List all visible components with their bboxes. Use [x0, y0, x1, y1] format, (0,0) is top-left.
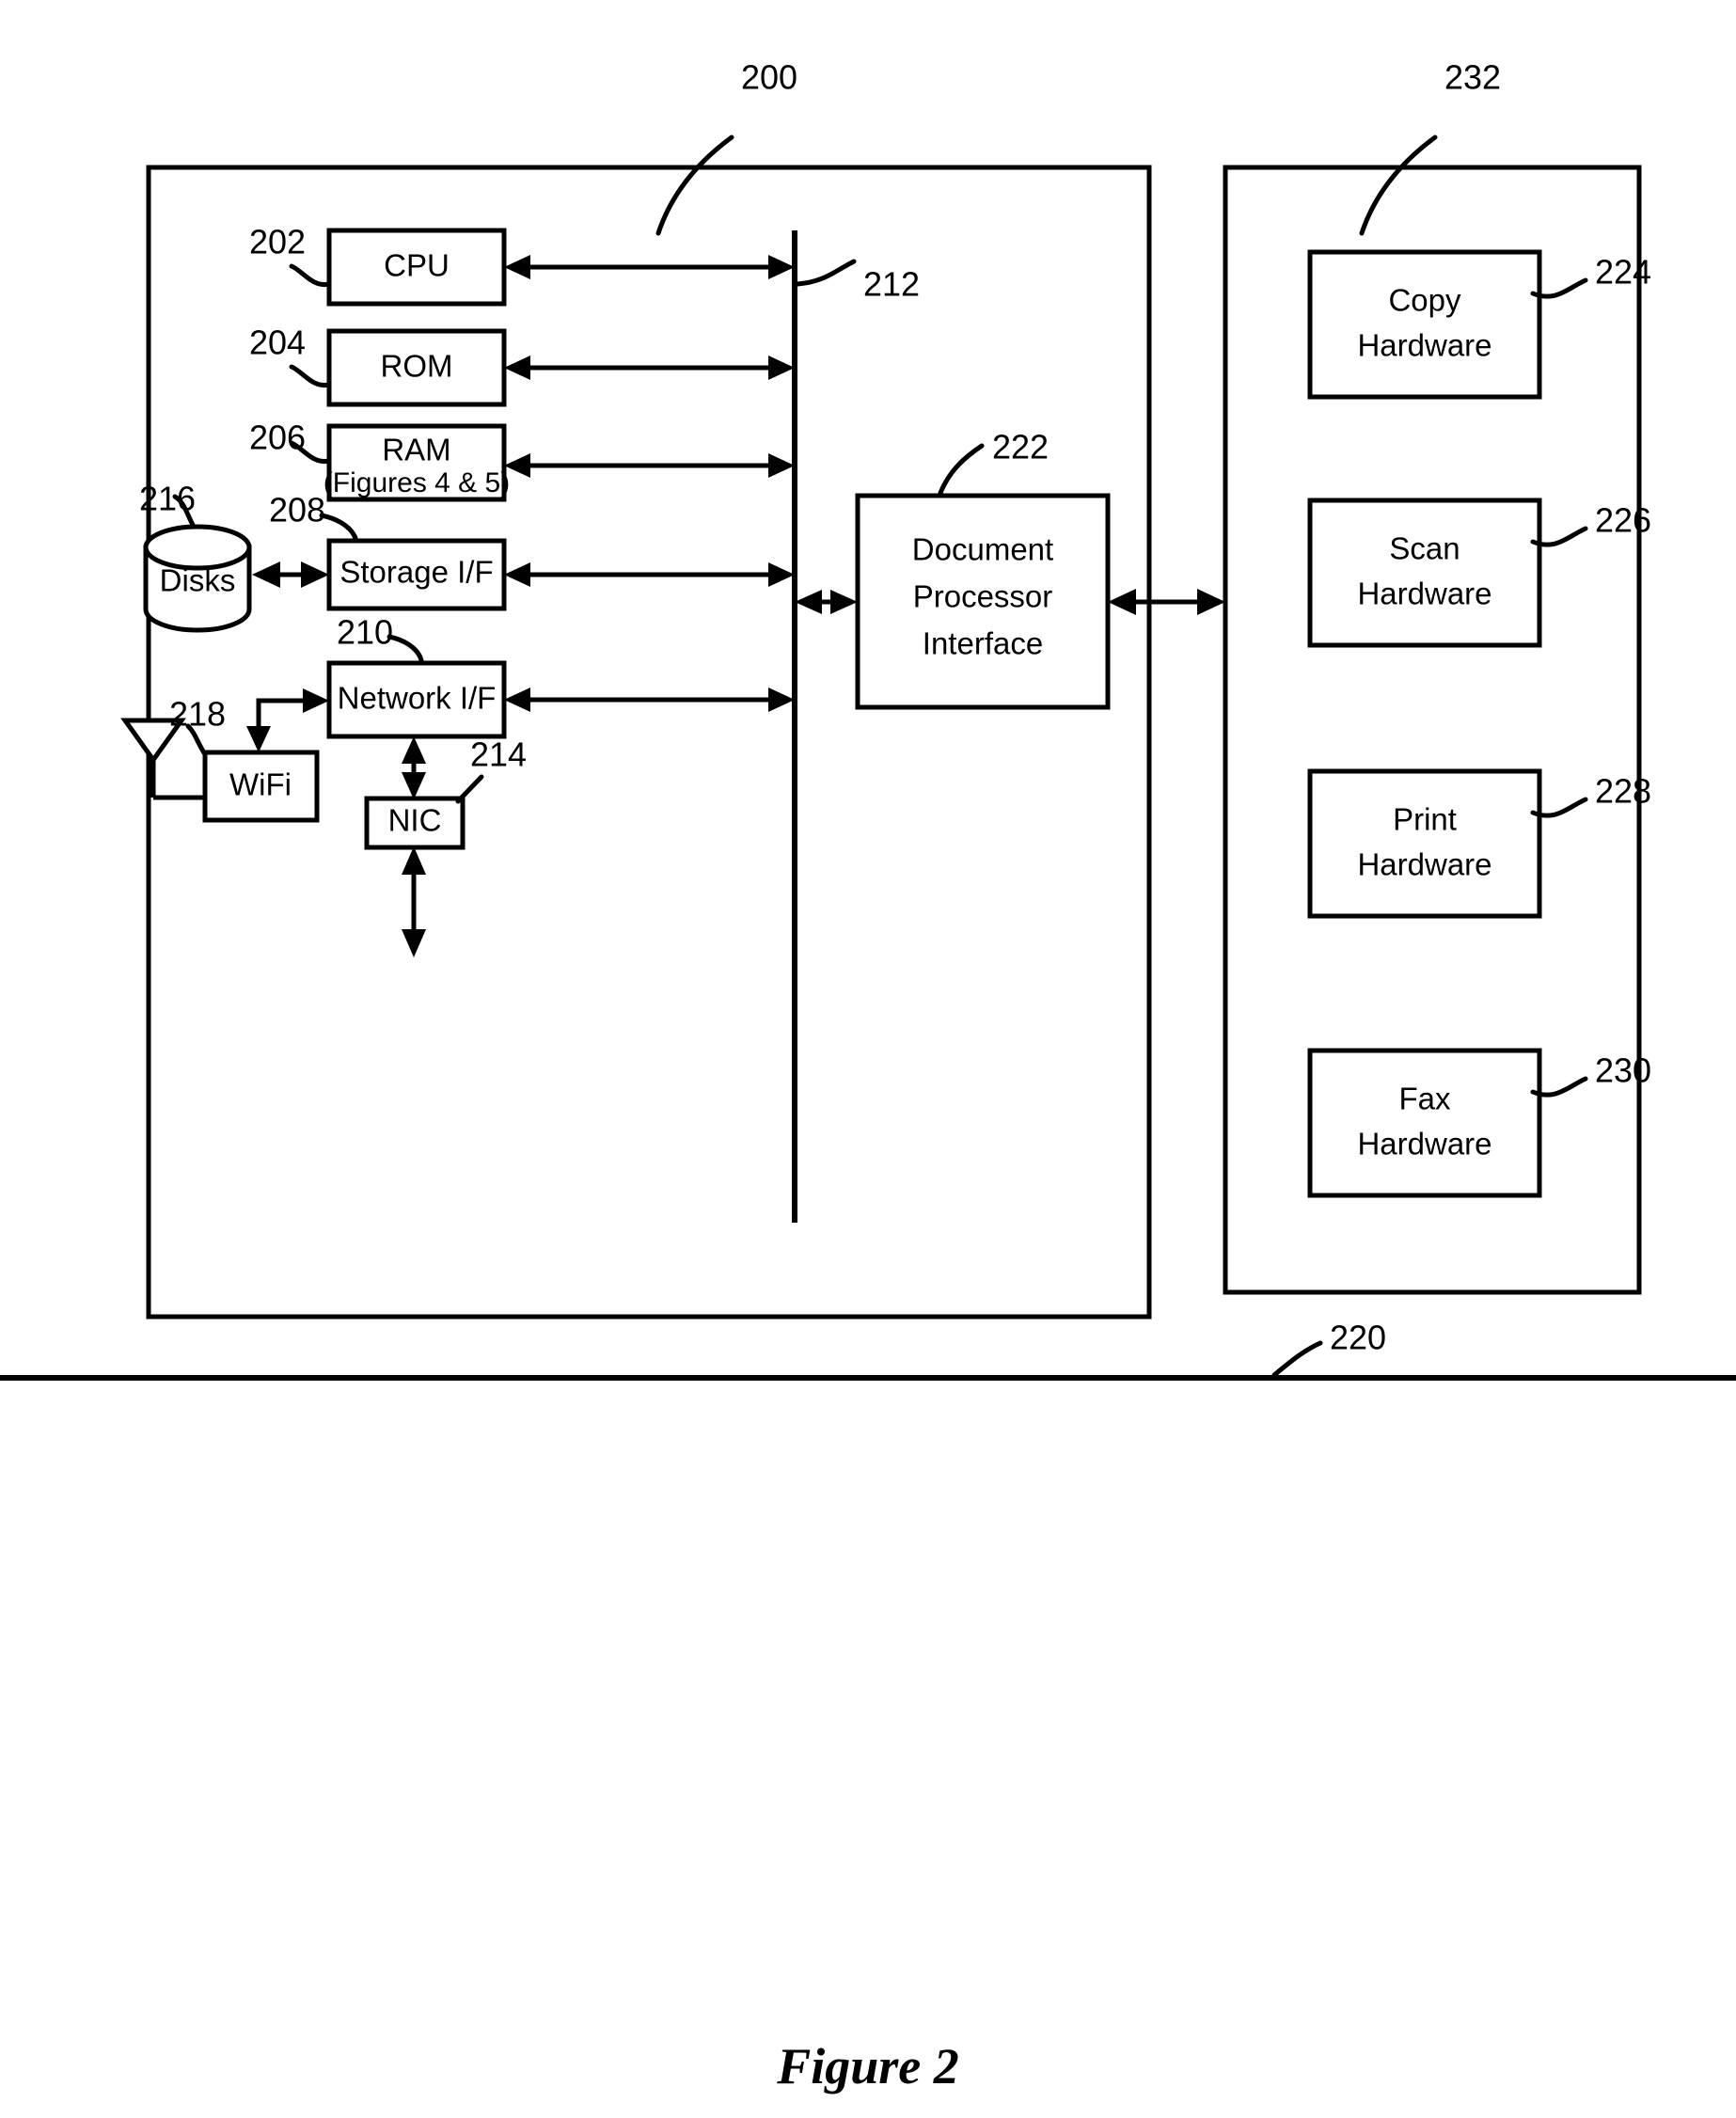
ram-label-line1: RAM [382, 433, 450, 467]
scan-hardware-label-line1: Scan [1389, 531, 1460, 566]
copy-hardware-label-line1: Copy [1388, 283, 1461, 318]
ref-label-214: 214 [470, 735, 527, 774]
ref-label-230: 230 [1595, 1051, 1651, 1090]
nic-label: NIC [388, 803, 442, 838]
fax-hardware-label-line2: Hardware [1357, 1127, 1491, 1162]
dpi-label-line2: Processor [913, 579, 1053, 614]
figure-caption: Figure 2 [776, 2038, 959, 2094]
leader-line-220 [1271, 1340, 1323, 1378]
dpi-label-line3: Interface [923, 626, 1043, 661]
wifi-label: WiFi [229, 767, 292, 802]
storage-if-label: Storage I/F [339, 555, 493, 590]
print-hardware-box [1307, 768, 1542, 919]
patent-figure-2: 200 232 212 CPU 202 ROM 204 RAM (Figures… [0, 0, 1736, 2118]
print-hardware-label-line1: Print [1393, 802, 1457, 837]
ref-label-216: 216 [139, 480, 196, 518]
ref-label-208: 208 [269, 491, 325, 530]
ref-label-232: 232 [1444, 58, 1501, 97]
disks-label: Disks [160, 563, 236, 598]
network-if-label: Network I/F [338, 681, 497, 716]
rom-label: ROM [381, 349, 453, 384]
scan-hardware-box [1307, 498, 1542, 648]
ref-label-220: 220 [1330, 1319, 1386, 1357]
ref-label-210: 210 [337, 613, 393, 652]
dpi-label-line1: Document [912, 532, 1053, 567]
copy-hardware-box [1307, 249, 1542, 400]
cpu-label: CPU [384, 248, 450, 283]
ref-label-206: 206 [249, 419, 306, 457]
print-hardware-label-line2: Hardware [1357, 847, 1491, 882]
ref-label-212: 212 [863, 265, 920, 304]
ref-label-202: 202 [249, 223, 306, 261]
copy-hardware-label-line2: Hardware [1357, 328, 1491, 363]
dpi-hardware-arrowhead-right [1197, 589, 1225, 615]
ram-label-line2: (Figures 4 & 5) [324, 467, 510, 498]
ref-label-218: 218 [169, 695, 226, 734]
ref-label-224: 224 [1595, 253, 1651, 292]
ref-label-222: 222 [992, 428, 1049, 466]
fax-hardware-box [1307, 1048, 1542, 1198]
ref-label-228: 228 [1595, 772, 1651, 811]
diagram-canvas: 200 232 212 CPU 202 ROM 204 RAM (Figures… [0, 58, 1736, 2094]
ref-label-200: 200 [741, 58, 797, 97]
fax-hardware-label-line1: Fax [1398, 1082, 1451, 1116]
ref-label-204: 204 [249, 324, 306, 362]
scan-hardware-label-line2: Hardware [1357, 577, 1491, 611]
ref-label-226: 226 [1595, 501, 1651, 540]
